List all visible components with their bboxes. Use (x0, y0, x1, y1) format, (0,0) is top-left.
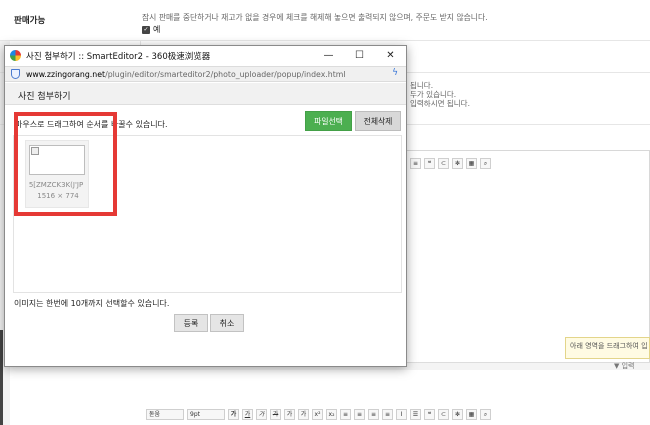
link-icon[interactable]: ⊂ (438, 408, 449, 420)
align-justify-icon[interactable]: ≡ (382, 408, 393, 420)
register-button[interactable]: 등록 (174, 314, 208, 332)
divider (0, 40, 650, 41)
special-char-icon[interactable]: ✻ (452, 408, 463, 420)
subscript-icon[interactable]: x₂ (326, 408, 337, 420)
url-text: www.zzingorang.net/plugin/editor/smarted… (26, 70, 346, 79)
cancel-button[interactable]: 취소 (210, 314, 244, 332)
toolbar-button[interactable]: ≡ (410, 157, 421, 169)
find-icon[interactable]: ⌕ (480, 408, 491, 420)
minimize-button[interactable]: — (313, 46, 344, 65)
line-height-icon[interactable]: I (396, 408, 407, 420)
photo-upload-popup-window: 사진 첨부하기 :: SmartEditor2 - 360极速浏览器 — ☐ ✕… (4, 45, 407, 367)
align-center-icon[interactable]: ≡ (354, 408, 365, 420)
editor-toolbar-bottom: 돋움 9pt 가 가 가 가 가 가 x² x₂ ≡ ≡ ≡ ≡ I ☰ ❝ ⊂… (146, 407, 491, 421)
font-size-select[interactable]: 9pt (187, 408, 225, 420)
special-char-icon[interactable]: ✻ (452, 157, 463, 169)
address-bar[interactable]: www.zzingorang.net/plugin/editor/smarted… (5, 66, 406, 82)
sale-available-label: 판매가능 (14, 16, 46, 26)
strike-icon[interactable]: 가 (270, 408, 281, 420)
upload-limit-text: 이미지는 한번에 10개까지 선택할수 있습니다. (14, 299, 170, 308)
underline-icon[interactable]: 가 (242, 408, 253, 420)
font-color-icon[interactable]: 가 (284, 408, 295, 420)
italic-icon[interactable]: 가 (256, 408, 267, 420)
check-icon: ✓ (142, 25, 150, 34)
quote-icon[interactable]: ❝ (424, 157, 435, 169)
quote-icon[interactable]: ❝ (424, 408, 435, 420)
url-path: /plugin/editor/smarteditor2/photo_upload… (105, 69, 346, 79)
highlight-annotation-box (14, 112, 117, 216)
lightning-icon[interactable]: ϟ (392, 68, 398, 78)
background-side-strip (0, 330, 3, 425)
select-files-button[interactable]: 파일선택 (305, 111, 352, 131)
close-button[interactable]: ✕ (375, 46, 406, 65)
list-icon[interactable]: ☰ (410, 408, 421, 420)
browser-logo-icon (10, 50, 21, 61)
superscript-icon[interactable]: x² (312, 408, 323, 420)
editor-tooltip: 아래 영역을 드래그하여 입 (565, 337, 650, 359)
window-titlebar[interactable]: 사진 첨부하기 :: SmartEditor2 - 360极速浏览器 — ☐ ✕ (5, 46, 406, 65)
shield-icon (11, 69, 20, 79)
window-title: 사진 첨부하기 :: SmartEditor2 - 360极速浏览器 (26, 51, 211, 62)
editor-toolbar-top: ≡ ❝ ⊂ ✻ ▦ ⌕ (410, 156, 491, 170)
link-icon[interactable]: ⊂ (438, 157, 449, 169)
sale-checkbox-label: 예 (153, 25, 161, 34)
popup-header: 사진 첨부하기 (5, 83, 406, 105)
input-hint: ▼ 입력 (614, 362, 635, 370)
popup-title: 사진 첨부하기 (18, 92, 71, 102)
maximize-button[interactable]: ☐ (344, 46, 375, 65)
sale-checkbox[interactable]: ✓ 예 (142, 24, 160, 35)
bold-icon[interactable]: 가 (228, 408, 239, 420)
url-host: www.zzingorang.net (26, 69, 106, 79)
background-text-3: 입력하시면 됩니다. (410, 99, 470, 108)
font-select[interactable]: 돋움 (146, 408, 184, 420)
align-left-icon[interactable]: ≡ (340, 408, 351, 420)
sale-description: 잠시 판매를 중단하거나 재고가 없을 경우에 체크를 해제해 놓으면 출력되지… (142, 13, 488, 22)
table-icon[interactable]: ▦ (466, 408, 477, 420)
find-icon[interactable]: ⌕ (480, 157, 491, 169)
delete-all-button[interactable]: 전체삭제 (355, 111, 401, 131)
bg-color-icon[interactable]: 가 (298, 408, 309, 420)
table-icon[interactable]: ▦ (466, 157, 477, 169)
align-right-icon[interactable]: ≡ (368, 408, 379, 420)
